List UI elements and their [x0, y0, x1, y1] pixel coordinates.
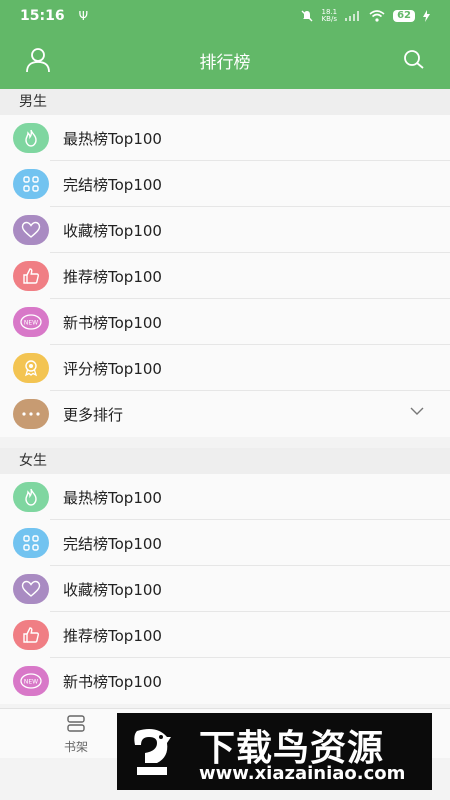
grid-icon: [13, 169, 49, 199]
ranking-label: 评分榜Top100: [63, 359, 162, 378]
ranking-row-male-finished[interactable]: 完结榜Top100: [0, 161, 450, 207]
ranking-label: 收藏榜Top100: [63, 221, 162, 240]
ranking-row-male-hot[interactable]: 最热榜Top100: [0, 115, 450, 161]
ranking-row-female-hot[interactable]: 最热榜Top100: [0, 474, 450, 520]
svg-text:NEW: NEW: [24, 679, 38, 686]
ranking-row-male-new[interactable]: NEW 新书榜Top100: [0, 299, 450, 345]
svg-text:NEW: NEW: [24, 320, 38, 327]
ranking-label: 最热榜Top100: [63, 129, 162, 148]
ranking-label: 最热榜Top100: [63, 488, 162, 507]
bird-logo-icon: [127, 723, 181, 781]
section-header-female: 女生: [0, 448, 450, 474]
top-app-bar: 排行榜: [0, 32, 450, 89]
award-icon: [13, 353, 49, 383]
ranking-row-male-more[interactable]: 更多排行: [0, 391, 450, 437]
status-time: 15:16: [20, 8, 65, 24]
fire-icon: [13, 123, 49, 153]
male-ranking-list: 最热榜Top100 完结榜Top100 收藏榜Top100 推荐榜Top100 …: [0, 115, 450, 437]
thumbs-up-icon: [13, 261, 49, 291]
fire-icon: [13, 482, 49, 512]
chevron-down-icon[interactable]: [410, 407, 424, 415]
charging-icon: [423, 10, 430, 22]
more-dots-icon: [13, 399, 49, 429]
watermark-url: www.xiazainiao.com: [199, 763, 406, 784]
ranking-row-male-recommended[interactable]: 推荐榜Top100: [0, 253, 450, 299]
new-badge-icon: NEW: [13, 666, 49, 696]
ranking-label: 收藏榜Top100: [63, 580, 162, 599]
search-icon[interactable]: [402, 48, 426, 72]
thumbs-up-icon: [13, 620, 49, 650]
ranking-label: 新书榜Top100: [63, 313, 162, 332]
status-bar: 15:16 Ψ 18.1 KB/s 62: [0, 0, 450, 32]
bottom-strip: [0, 758, 117, 800]
ranking-row-male-favorites[interactable]: 收藏榜Top100: [0, 207, 450, 253]
bookshelf-icon: [67, 715, 85, 732]
ranking-label: 新书榜Top100: [63, 672, 162, 691]
grid-icon: [13, 528, 49, 558]
network-speed: 18.1 KB/s: [321, 9, 337, 23]
ranking-row-female-favorites[interactable]: 收藏榜Top100: [0, 566, 450, 612]
usb-icon: Ψ: [78, 9, 89, 23]
ranking-row-female-new[interactable]: NEW 新书榜Top100: [0, 658, 450, 704]
signal-icon: [345, 11, 360, 21]
status-indicators: 18.1 KB/s 62: [301, 9, 430, 23]
user-icon[interactable]: [24, 46, 52, 74]
female-ranking-list: 最热榜Top100 完结榜Top100 收藏榜Top100 推荐榜Top100 …: [0, 474, 450, 704]
wifi-icon: [369, 10, 385, 22]
ranking-label: 完结榜Top100: [63, 534, 162, 553]
mute-icon: [302, 10, 313, 22]
new-badge-icon: NEW: [13, 307, 49, 337]
ranking-label: 更多排行: [63, 405, 124, 424]
ranking-row-female-finished[interactable]: 完结榜Top100: [0, 520, 450, 566]
ranking-label: 完结榜Top100: [63, 175, 162, 194]
nav-tab-bookshelf[interactable]: 书架: [58, 715, 94, 755]
battery-level: 62: [393, 10, 415, 22]
section-header-male: 男生: [0, 89, 450, 115]
network-speed-unit: KB/s: [321, 15, 337, 23]
watermark-banner: 下载鸟资源 www.xiazainiao.com: [117, 713, 432, 790]
ranking-row-male-rating[interactable]: 评分榜Top100: [0, 345, 450, 391]
heart-icon: [13, 215, 49, 245]
page-title: 排行榜: [199, 53, 251, 73]
ranking-row-female-recommended[interactable]: 推荐榜Top100: [0, 612, 450, 658]
nav-tab-label: 书架: [63, 740, 88, 754]
heart-icon: [13, 574, 49, 604]
ranking-label: 推荐榜Top100: [63, 267, 162, 286]
ranking-label: 推荐榜Top100: [63, 626, 162, 645]
